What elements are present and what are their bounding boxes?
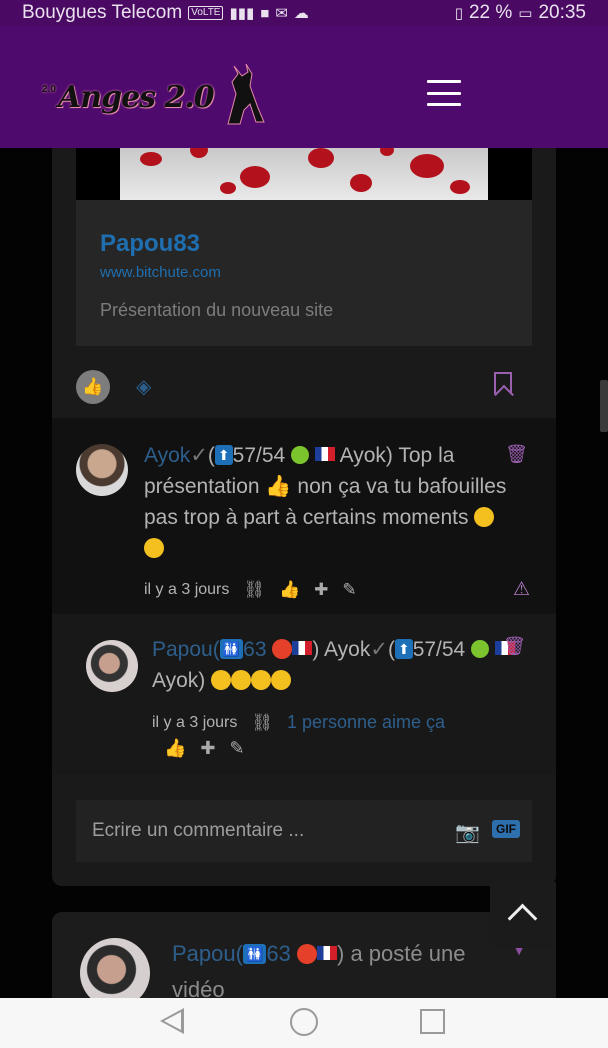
- green-circle-icon: [291, 446, 310, 464]
- laughing-emoji-icon: [474, 507, 495, 527]
- post-actions: 👍 ◈: [76, 368, 532, 404]
- link-icon[interactable]: ⛓: [251, 713, 273, 733]
- notification-icon: ■: [260, 4, 270, 22]
- comment-text: Papou(🚻 63 ) Ayok✓(⬆ 57/54 Ayok): [152, 634, 516, 696]
- recent-apps-icon[interactable]: [420, 1009, 445, 1034]
- comment-item: Ayok✓(⬆ 57/54 Ayok) Top la présentation 👍…: [52, 418, 556, 614]
- vibrate-icon: ▯: [454, 5, 463, 22]
- comment-reply: Papou(🚻 63 ) Ayok✓(⬆ 57/54 Ayok) 🗑 il y a …: [52, 614, 556, 774]
- avatar[interactable]: [86, 640, 138, 692]
- screen: Bouygues Telecom VoLTE ▮▮▮ ■ ✉ ☁ ▯ 22 % …: [0, 0, 608, 1048]
- camera-icon[interactable]: 📷: [455, 820, 480, 845]
- mail-icon: ✉: [275, 5, 288, 22]
- likes-count[interactable]: 1 personne aime ça: [287, 712, 445, 733]
- mention-suffix: Ayok): [152, 669, 206, 692]
- comment-stats: 57/54: [232, 444, 286, 467]
- clock: 20:35: [538, 2, 586, 23]
- cloud-icon: ☁: [293, 5, 309, 22]
- reply-meta: il y a 3 jours ⛓ 1 personne aime ça: [152, 712, 445, 733]
- comment-text: Ayok✓(⬆ 57/54 Ayok) Top la présentation 👍…: [144, 440, 510, 564]
- star-struck-emoji-icon: [272, 639, 293, 659]
- next-post-author-num: 63: [266, 941, 291, 966]
- next-post-author[interactable]: Papou(: [172, 941, 243, 966]
- restroom-icon: 🚻: [242, 944, 267, 964]
- avatar[interactable]: [76, 444, 128, 496]
- link-preview[interactable]: Papou83 www.bitchute.com Présentation du…: [76, 200, 532, 346]
- plus-icon[interactable]: ✚: [314, 580, 328, 600]
- battery-percent: 22 %: [468, 2, 513, 23]
- reply-author-num: 63: [243, 638, 267, 661]
- comment-input-placeholder[interactable]: Ecrire un commentaire ...: [92, 820, 304, 842]
- scrollbar[interactable]: [600, 380, 608, 432]
- green-circle-icon: [471, 640, 490, 658]
- scroll-to-top-button[interactable]: [490, 882, 556, 948]
- link-icon[interactable]: ⛓: [243, 580, 265, 600]
- comments-section: Ayok✓(⬆ 57/54 Ayok) Top la présentation 👍…: [52, 418, 556, 774]
- trash-icon[interactable]: 🗑: [503, 636, 526, 657]
- battery-icon: ▭: [518, 5, 533, 22]
- thumbs-up-icon[interactable]: 👍: [76, 370, 110, 404]
- reply-time: il y a 3 jours: [152, 713, 238, 731]
- logo-text: Anges 2.0: [58, 80, 215, 115]
- post-card: Papou83 www.bitchute.com Présentation du…: [52, 148, 556, 886]
- laughing-emoji-icon: [271, 670, 292, 690]
- signal-icon: ▮▮▮: [229, 5, 255, 22]
- reply-stats: 57/54: [412, 638, 466, 661]
- hamburger-icon[interactable]: [427, 80, 461, 106]
- check-mark: ✓: [370, 638, 388, 661]
- warning-icon[interactable]: ⚠: [513, 578, 530, 601]
- comment-input[interactable]: Ecrire un commentaire ... 📷 GIF: [76, 800, 532, 862]
- link-title[interactable]: Papou83: [100, 230, 200, 258]
- france-flag-icon: [314, 447, 335, 461]
- arrow-up-icon: ⬆: [214, 445, 233, 465]
- thumbs-up-icon[interactable]: 👍: [279, 580, 300, 600]
- check-mark: ✓: [190, 444, 208, 467]
- pencil-icon[interactable]: ✎: [342, 580, 356, 600]
- plus-icon[interactable]: ✚: [200, 738, 215, 759]
- video-thumbnail[interactable]: [76, 148, 532, 200]
- france-flag-icon: [292, 641, 313, 655]
- trash-icon[interactable]: 🗑: [505, 444, 528, 465]
- reply-tools: 👍 ✚ ✎: [164, 738, 245, 759]
- system-nav-bar: [0, 998, 608, 1048]
- bookmark-icon[interactable]: [494, 372, 512, 394]
- site-header: 2.0 Anges 2.0: [0, 26, 608, 148]
- laughing-emoji-icon: [231, 670, 252, 690]
- eye-slash-icon[interactable]: ◈: [136, 374, 151, 399]
- volte-badge: VoLTE: [188, 6, 224, 20]
- thumbs-up-icon[interactable]: 👍: [164, 738, 186, 759]
- comment-author-suffix: Ayok): [339, 444, 393, 467]
- comment-time: il y a 3 jours: [144, 581, 230, 598]
- france-flag-icon: [317, 946, 337, 960]
- back-icon[interactable]: [160, 1008, 184, 1034]
- devil-silhouette-icon: [227, 64, 265, 125]
- comment-author[interactable]: Ayok: [144, 444, 190, 467]
- comment-meta: il y a 3 jours ⛓ 👍 ✚ ✎: [144, 580, 357, 600]
- status-bar: Bouygues Telecom VoLTE ▮▮▮ ■ ✉ ☁ ▯ 22 % …: [0, 0, 608, 26]
- home-icon[interactable]: [290, 1008, 318, 1036]
- reply-author[interactable]: Papou(: [152, 638, 220, 661]
- laughing-emoji-icon: [144, 538, 164, 558]
- pencil-icon[interactable]: ✎: [230, 738, 245, 759]
- link-description: Présentation du nouveau site: [100, 300, 334, 320]
- next-post-card: Papou(🚻 63 ) a posté une vidéo ▼: [52, 912, 556, 1008]
- link-url[interactable]: www.bitchute.com: [100, 264, 221, 281]
- logo-sub: 2.0: [42, 84, 56, 95]
- laughing-emoji-icon: [211, 670, 232, 690]
- carrier-name: Bouygues Telecom: [22, 2, 183, 23]
- restroom-icon: 🚻: [219, 639, 244, 659]
- gif-button[interactable]: GIF: [492, 820, 520, 838]
- site-logo[interactable]: 2.0 Anges 2.0: [42, 64, 266, 126]
- arrow-up-icon: ⬆: [394, 639, 413, 659]
- laughing-emoji-icon: [251, 670, 272, 690]
- star-struck-emoji-icon: [297, 944, 317, 964]
- mention[interactable]: Ayok: [324, 638, 370, 661]
